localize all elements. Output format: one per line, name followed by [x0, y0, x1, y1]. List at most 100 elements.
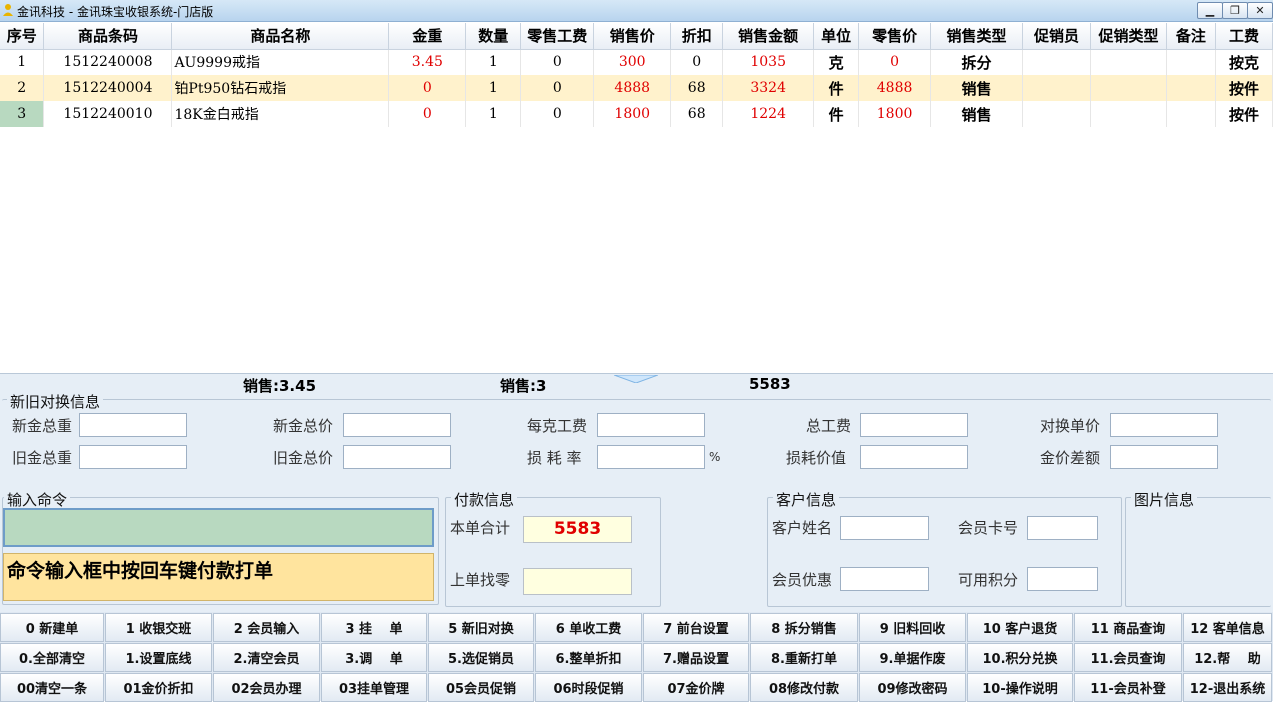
- function-key-button[interactable]: 09修改密码: [859, 673, 966, 702]
- per-gram-fee-input[interactable]: [597, 413, 705, 437]
- command-hint: 命令输入框中按回车键付款打单: [3, 553, 434, 601]
- column-header[interactable]: 促销员: [1022, 23, 1091, 50]
- table-cell: 300: [593, 49, 672, 75]
- old-gold-price-input[interactable]: [343, 445, 451, 469]
- function-key-button[interactable]: 12 客单信息: [1183, 613, 1272, 642]
- column-header[interactable]: 零售工费: [520, 23, 595, 50]
- exchange-label: 新金总价: [273, 417, 334, 435]
- table-cell: 68: [670, 101, 724, 127]
- function-key-button[interactable]: 03挂单管理: [321, 673, 427, 702]
- function-key-button[interactable]: 5.选促销员: [428, 643, 534, 672]
- table-cell: 2: [0, 75, 45, 101]
- function-key-button[interactable]: 3.调 单: [321, 643, 427, 672]
- loss-value-input[interactable]: [860, 445, 968, 469]
- function-key-button[interactable]: 0 新建单: [0, 613, 104, 642]
- sales-grid[interactable]: 序号 商品条码 商品名称 金重 数量 零售工费 销售价 折扣 销售金额 单位 零售价 销售类型 促销员促…: [0, 23, 1273, 373]
- close-button[interactable]: ✕: [1247, 2, 1273, 19]
- payment-title: 付款信息: [451, 489, 518, 510]
- column-header[interactable]: 金重: [388, 23, 467, 50]
- member-card-input[interactable]: [1027, 516, 1098, 540]
- function-key-button[interactable]: 10.积分兑换: [967, 643, 1073, 672]
- table-row[interactable]: 2 1512240004 铂Pt950钻石戒指 0 1 0 4888 68 3324 件 4888 销…: [0, 75, 1273, 101]
- new-gold-weight-input[interactable]: [79, 413, 187, 437]
- member-discount-input[interactable]: [840, 567, 929, 591]
- loss-rate-input[interactable]: [597, 445, 705, 469]
- table-cell: 0: [388, 75, 467, 101]
- minimize-button[interactable]: ▁: [1197, 2, 1223, 19]
- function-key-button[interactable]: 1 收银交班: [105, 613, 212, 642]
- function-key-button[interactable]: 11.会员查询: [1074, 643, 1182, 672]
- column-header[interactable]: 工费: [1215, 23, 1273, 50]
- function-key-button[interactable]: 1.设置底线: [105, 643, 212, 672]
- table-cell: AU9999戒指: [171, 49, 390, 75]
- table-cell: 3: [0, 101, 45, 127]
- table-cell: 拆分: [930, 49, 1024, 75]
- function-key-button[interactable]: 5 新旧对换: [428, 613, 534, 642]
- function-key-button[interactable]: 7.赠品设置: [643, 643, 749, 672]
- function-keys: 0 新建单 1 收银交班 2 会员输入 3 挂 单5 新旧对换 6 单收工费 7 前台设置…: [0, 612, 1273, 702]
- function-key-button[interactable]: 2 会员输入: [213, 613, 320, 642]
- column-header[interactable]: 序号: [0, 23, 45, 50]
- table-cell: 1: [465, 75, 522, 101]
- column-header[interactable]: 促销类型: [1090, 23, 1167, 50]
- total-label: 本单合计: [450, 519, 511, 537]
- function-key-button[interactable]: 11-会员补登: [1074, 673, 1182, 702]
- function-key-button[interactable]: 9 旧料回收: [859, 613, 966, 642]
- column-header[interactable]: 销售价: [593, 23, 672, 50]
- new-gold-price-input[interactable]: [343, 413, 451, 437]
- collapse-caret-icon[interactable]: [614, 375, 658, 383]
- function-key-button[interactable]: 10-操作说明: [967, 673, 1073, 702]
- function-key-button[interactable]: 05会员促销: [428, 673, 534, 702]
- function-key-button[interactable]: 8.重新打单: [750, 643, 858, 672]
- function-key-button[interactable]: 2.清空会员: [213, 643, 320, 672]
- function-key-button[interactable]: 00清空一条: [0, 673, 104, 702]
- function-key-button[interactable]: 3 挂 单: [321, 613, 427, 642]
- function-key-button[interactable]: 0.全部清空: [0, 643, 104, 672]
- column-header[interactable]: 备注: [1166, 23, 1216, 50]
- total-fee-input[interactable]: [860, 413, 968, 437]
- function-key-button[interactable]: 08修改付款: [750, 673, 858, 702]
- table-cell: 1800: [593, 101, 672, 127]
- exchange-label: 旧金总重: [12, 449, 73, 467]
- function-key-button[interactable]: 06时段促销: [535, 673, 642, 702]
- command-input[interactable]: [3, 508, 434, 547]
- last-change-value: [523, 568, 632, 595]
- old-gold-weight-input[interactable]: [79, 445, 187, 469]
- column-header[interactable]: 零售价: [858, 23, 932, 50]
- function-key-button[interactable]: 12.帮 助: [1183, 643, 1272, 672]
- column-header[interactable]: 销售金额: [722, 23, 815, 50]
- column-header[interactable]: 数量: [465, 23, 522, 50]
- function-key-button[interactable]: 8 拆分销售: [750, 613, 858, 642]
- exchange-label: 每克工费: [527, 417, 588, 435]
- table-cell: 件: [813, 75, 860, 101]
- exchange-label: 损 耗 率: [527, 449, 582, 467]
- column-header[interactable]: 折扣: [670, 23, 724, 50]
- table-cell: [1166, 49, 1216, 75]
- function-key-button[interactable]: 6.整单折扣: [535, 643, 642, 672]
- column-header[interactable]: 商品名称: [171, 23, 390, 50]
- restore-button[interactable]: ❐: [1222, 2, 1248, 19]
- table-cell: 克: [813, 49, 860, 75]
- function-key-button[interactable]: 7 前台设置: [643, 613, 749, 642]
- function-key-button[interactable]: 11 商品查询: [1074, 613, 1182, 642]
- function-key-button[interactable]: 10 客户退货: [967, 613, 1073, 642]
- customer-title: 客户信息: [773, 489, 840, 510]
- gold-price-diff-input[interactable]: [1110, 445, 1218, 469]
- exchange-unit-price-input[interactable]: [1110, 413, 1218, 437]
- function-key-button[interactable]: 07金价牌: [643, 673, 749, 702]
- table-cell: 4888: [593, 75, 672, 101]
- function-key-button[interactable]: 02会员办理: [213, 673, 320, 702]
- column-header[interactable]: 单位: [813, 23, 860, 50]
- customer-name-input[interactable]: [840, 516, 929, 540]
- function-key-button[interactable]: 12-退出系统: [1183, 673, 1272, 702]
- column-header[interactable]: 销售类型: [930, 23, 1024, 50]
- available-points-input[interactable]: [1027, 567, 1098, 591]
- table-row[interactable]: 3 1512240010 18K金白戒指 0 1 0 1800 68 1224 件 1800 销售 按件: [0, 101, 1273, 127]
- function-key-button[interactable]: 9.单据作废: [859, 643, 966, 672]
- column-header[interactable]: 商品条码: [43, 23, 173, 50]
- table-cell: 1800: [858, 101, 932, 127]
- table-row[interactable]: 1 1512240008 AU9999戒指 3.45 1 0 300 0 1035 克 0 拆分 按克: [0, 49, 1273, 75]
- function-key-button[interactable]: 6 单收工费: [535, 613, 642, 642]
- table-cell: [1022, 75, 1091, 101]
- function-key-button[interactable]: 01金价折扣: [105, 673, 212, 702]
